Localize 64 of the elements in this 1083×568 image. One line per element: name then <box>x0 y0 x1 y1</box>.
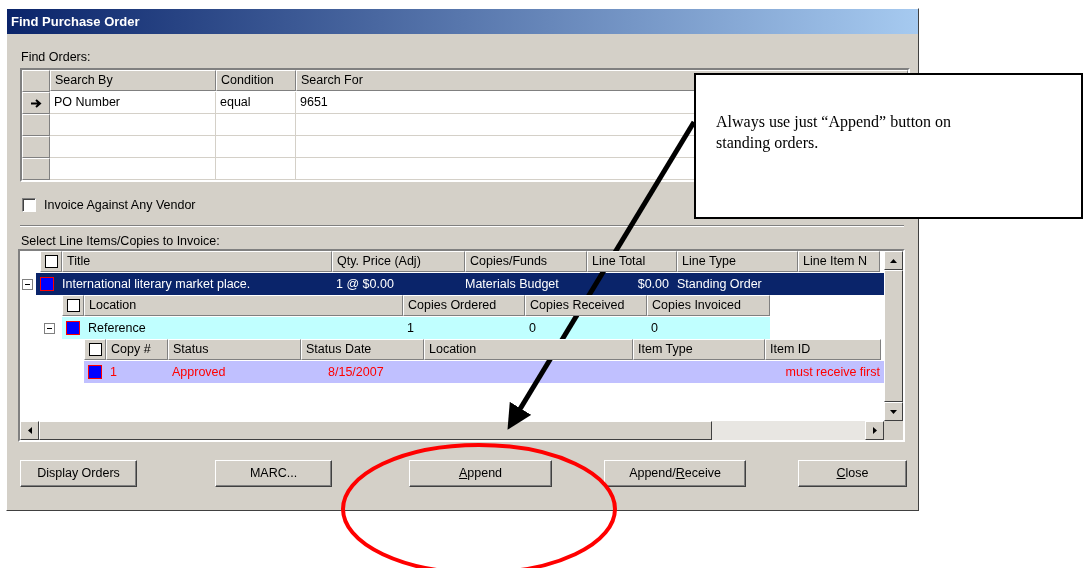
table-cell-text: $0.00 <box>636 276 670 293</box>
dialog-button[interactable]: Close <box>798 460 907 487</box>
scroll-right-button[interactable] <box>865 421 884 440</box>
dialog-button[interactable]: Append <box>409 460 552 487</box>
dialog-button[interactable]: Display Orders <box>20 460 137 487</box>
column-header[interactable]: Copies Invoiced <box>647 295 770 316</box>
scroll-thumb[interactable] <box>884 270 903 402</box>
table-cell-text: Approved <box>171 364 227 381</box>
column-header[interactable]: Location <box>424 339 633 360</box>
table-cell-text: 1 <box>109 364 118 381</box>
dialog-button[interactable]: Append/Receive <box>604 460 746 487</box>
scroll-thumb[interactable] <box>39 421 712 440</box>
scroll-up-button[interactable] <box>884 251 903 270</box>
expander-icon[interactable] <box>44 322 55 334</box>
column-header[interactable]: Condition <box>216 70 296 91</box>
section-label: Select Line Items/Copies to Invoice: <box>21 233 221 249</box>
table-cell-text: must receive first <box>784 364 881 381</box>
table-row[interactable]: Reference 1 0 0 <box>62 317 770 339</box>
expander-icon[interactable] <box>22 278 33 290</box>
table-cell-text: International literary market place. <box>61 276 252 293</box>
table-cell-text: 1 @ $0.00 <box>335 276 395 293</box>
status-square-icon <box>88 365 102 379</box>
dialog-button[interactable]: MARC... <box>215 460 332 487</box>
right-arrow-icon <box>872 427 877 434</box>
row-header[interactable] <box>22 92 50 114</box>
column-header[interactable]: Item Type <box>633 339 765 360</box>
table-cell: equal <box>216 92 296 114</box>
section-label: Find Orders: <box>21 49 92 66</box>
table-cell-text: 1 <box>406 320 415 337</box>
status-square-icon <box>40 277 54 291</box>
table-cell-text: 8/15/2007 <box>327 364 385 381</box>
column-header[interactable]: Search By <box>50 70 216 91</box>
column-header[interactable]: Status Date <box>301 339 424 360</box>
column-header[interactable]: Copy # <box>106 339 168 360</box>
column-header[interactable]: Qty. Price (Adj) <box>332 251 465 272</box>
column-header[interactable]: Line Type <box>677 251 798 272</box>
column-header[interactable]: Title <box>62 251 332 272</box>
table-cell-text: 0 <box>650 320 659 337</box>
column-header[interactable]: Location <box>84 295 403 316</box>
scroll-left-button[interactable] <box>20 421 39 440</box>
column-header[interactable]: Item ID <box>765 339 881 360</box>
table-row[interactable]: International literary market place. 1 @ $0.00 Materials Budget $0.00 Standing Order <box>36 273 884 295</box>
column-header[interactable]: Line Item N <box>798 251 880 272</box>
column-header[interactable]: Line Total <box>587 251 677 272</box>
status-square-icon <box>66 321 80 335</box>
left-arrow-icon <box>27 427 32 434</box>
table-cell-text: Standing Order <box>676 276 763 293</box>
column-header[interactable]: Status <box>168 339 301 360</box>
checkbox[interactable] <box>22 198 36 212</box>
checkbox-label[interactable]: Invoice Against Any Vendor <box>44 195 196 215</box>
table-cell-text: 0 <box>528 320 537 337</box>
row-pointer-icon <box>30 98 42 108</box>
up-arrow-icon <box>890 258 897 263</box>
scroll-down-button[interactable] <box>884 402 903 421</box>
table-cell-text: Reference <box>87 320 147 337</box>
column-header[interactable]: Copies Ordered <box>403 295 525 316</box>
scrollbar-corner <box>884 421 903 440</box>
window-title: Find Purchase Order <box>7 9 918 34</box>
down-arrow-icon <box>890 409 897 414</box>
callout-tooltip: Always use just “Append” button on standing orders. <box>694 73 1083 219</box>
table-cell: PO Number <box>50 92 216 114</box>
column-header[interactable]: Copies/Funds <box>465 251 587 272</box>
column-header[interactable]: Copies Received <box>525 295 647 316</box>
table-cell-text: Materials Budget <box>464 276 560 293</box>
